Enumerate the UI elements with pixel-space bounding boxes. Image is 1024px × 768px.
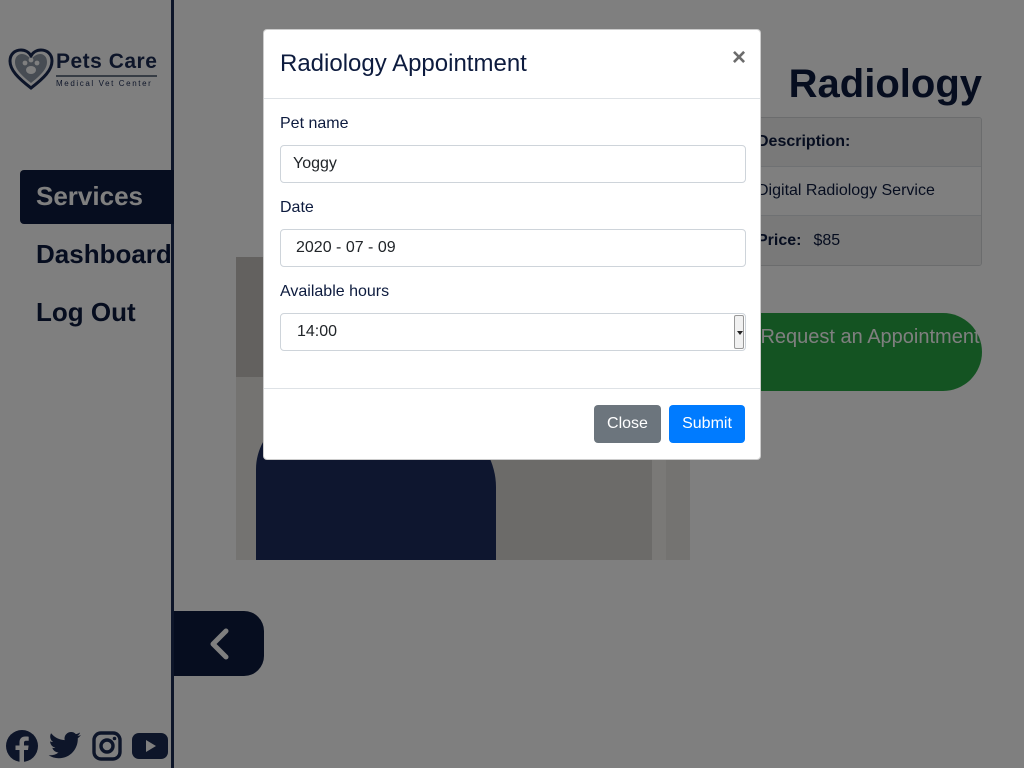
hours-label: Available hours (280, 283, 390, 300)
modal-footer: Close Submit (264, 388, 760, 460)
modal-header: Radiology Appointment × (264, 30, 760, 99)
date-label: Date (280, 199, 314, 216)
pet-name-label: Pet name (280, 115, 349, 132)
close-button[interactable]: Close (594, 405, 661, 443)
submit-button[interactable]: Submit (669, 405, 745, 443)
date-group: Date 2020 - 07 - 09 (280, 199, 746, 267)
modal-body: Pet name Yoggy Date 2020 - 07 - 09 Avail… (264, 99, 760, 351)
date-input[interactable]: 2020 - 07 - 09 (280, 229, 746, 267)
modal-close-icon[interactable]: × (732, 46, 746, 70)
modal-title: Radiology Appointment (280, 50, 527, 77)
hours-select[interactable]: 14:00 (280, 313, 746, 351)
hours-selected-value: 14:00 (297, 323, 338, 340)
pet-name-group: Pet name Yoggy (280, 115, 746, 183)
appointment-modal: Radiology Appointment × Pet name Yoggy D… (263, 29, 761, 460)
pet-name-input[interactable]: Yoggy (280, 145, 746, 183)
hours-group: Available hours 14:00 (280, 283, 746, 351)
chevron-down-icon[interactable] (734, 315, 744, 349)
